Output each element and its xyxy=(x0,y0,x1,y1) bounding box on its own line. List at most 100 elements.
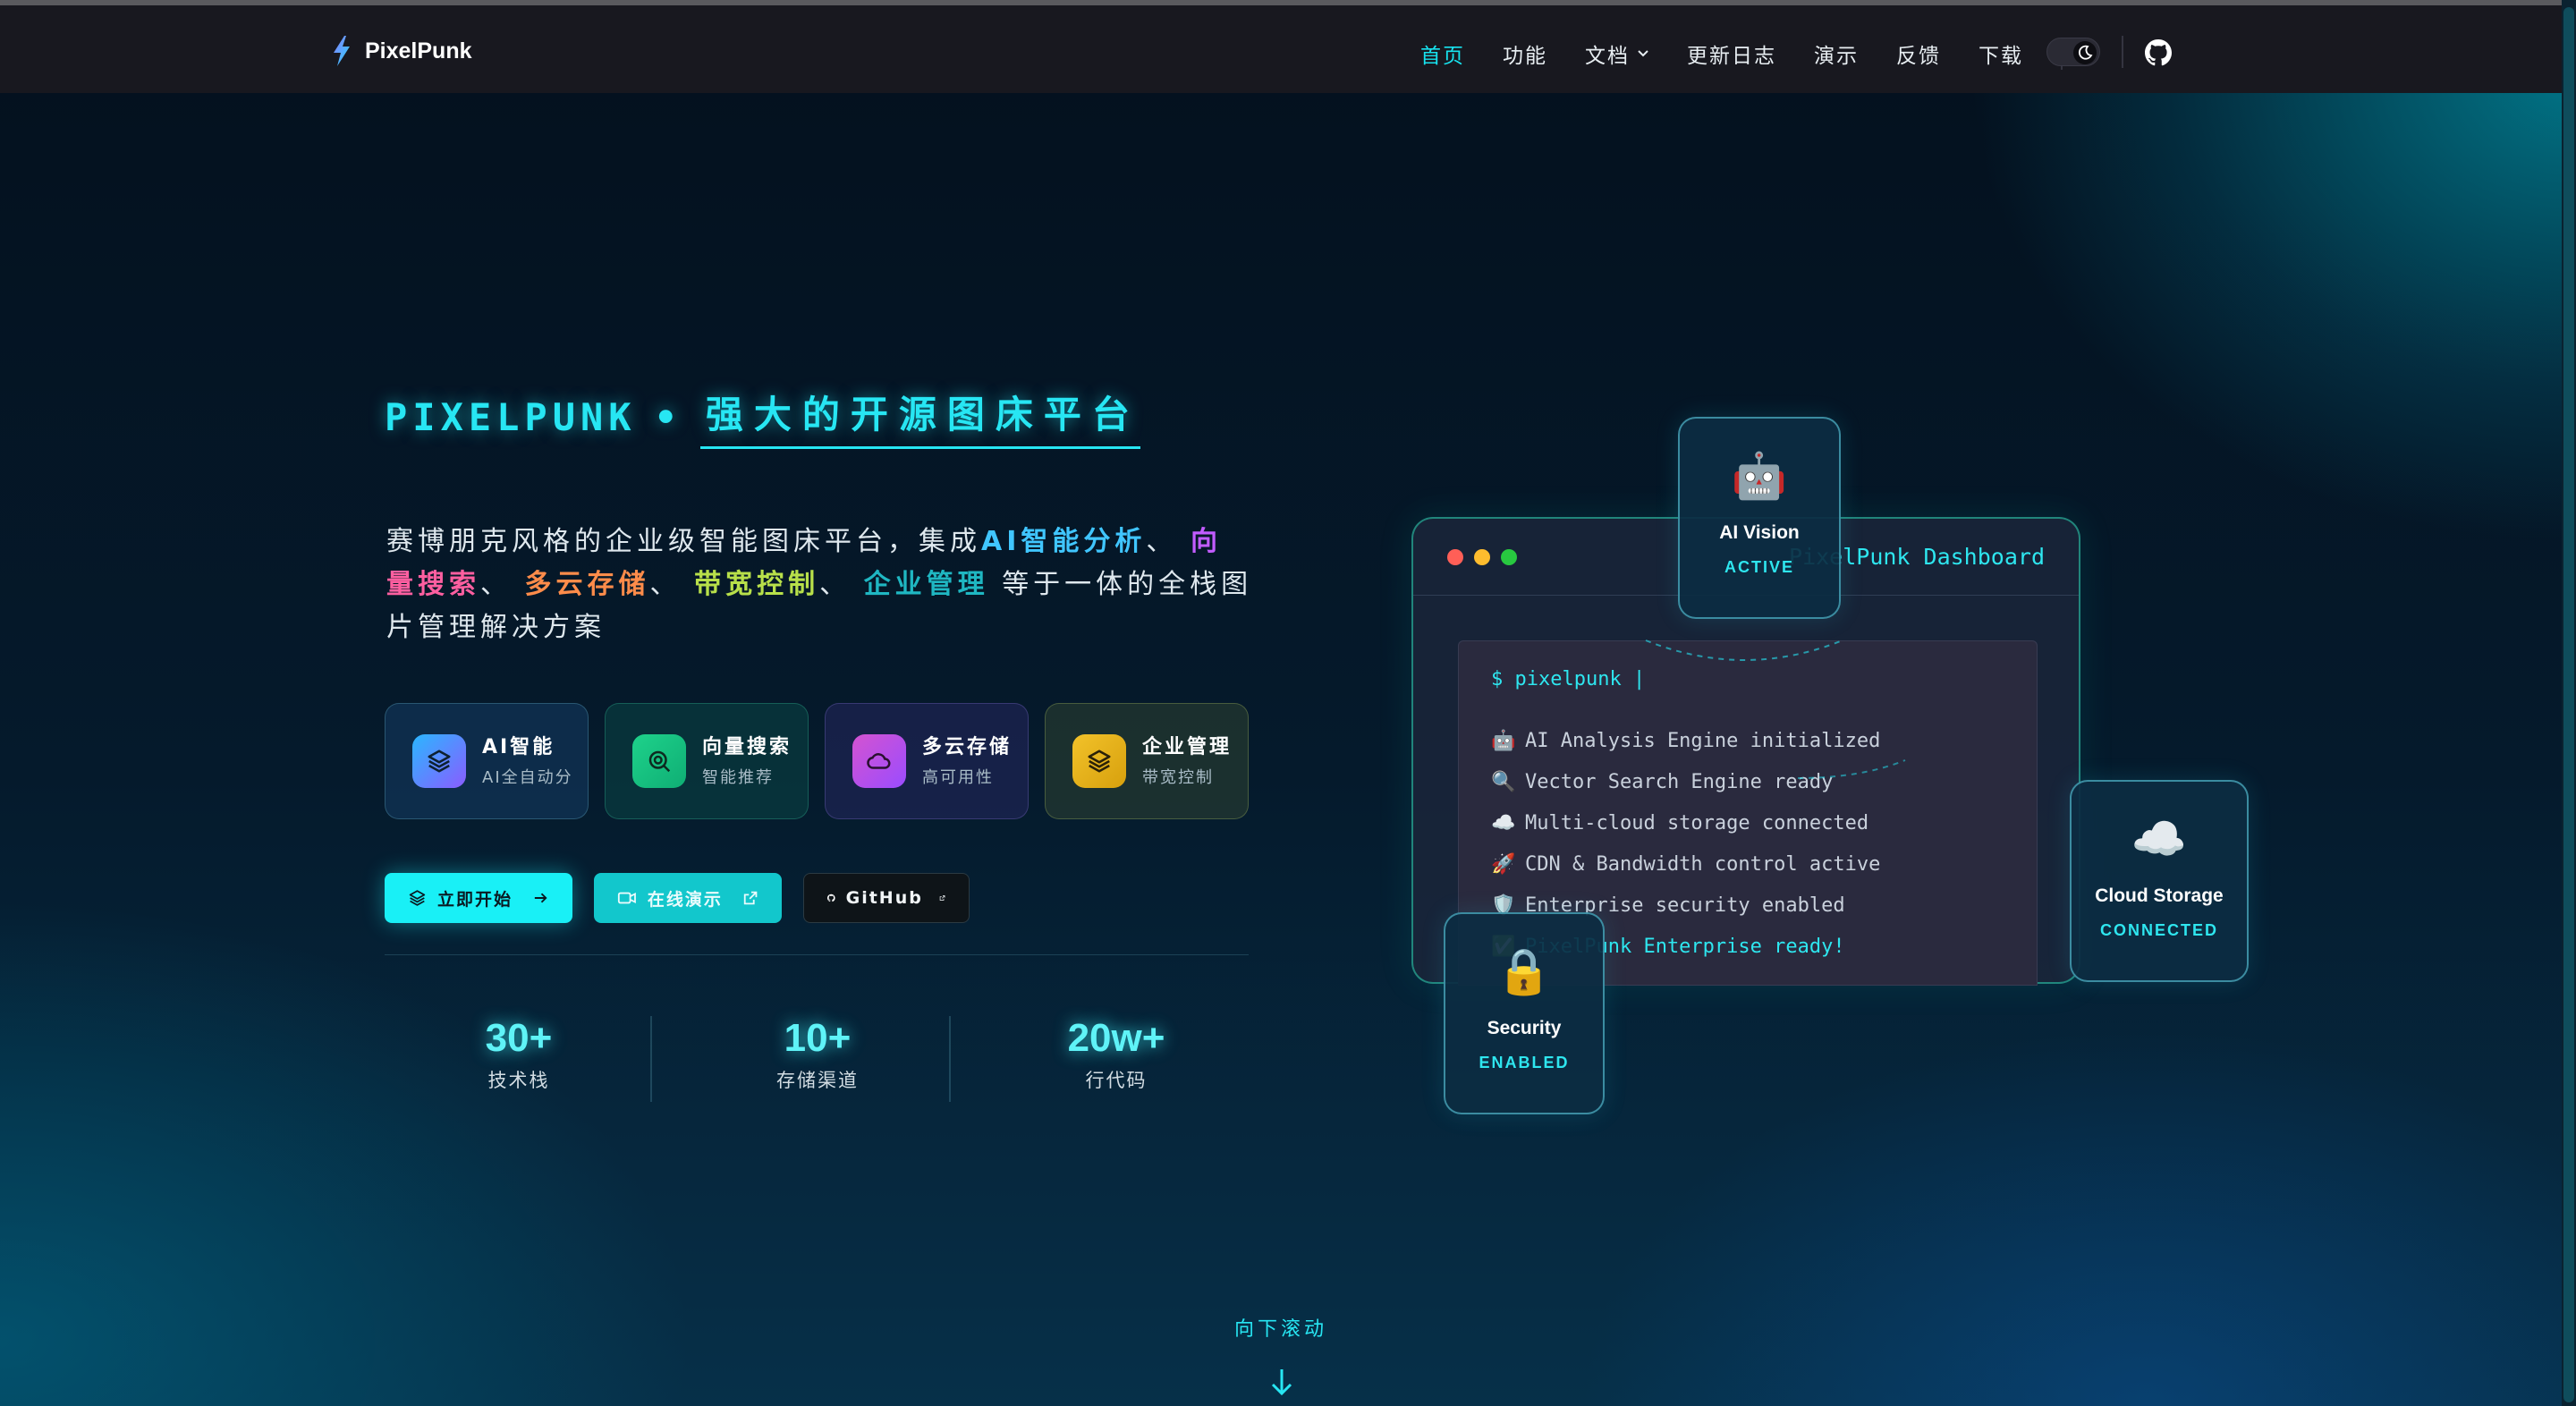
desc-highlight-cloud: 多云存储 xyxy=(524,569,650,600)
cloud-icon xyxy=(852,734,906,788)
nav-item-features[interactable]: 功能 xyxy=(1503,38,1547,69)
brand[interactable]: PixelPunk xyxy=(331,36,472,66)
theme-toggle[interactable] xyxy=(2046,38,2100,66)
github-button-label: GitHub xyxy=(845,888,923,908)
scrollbar[interactable] xyxy=(2562,0,2576,1406)
stat-label: 技术栈 xyxy=(487,1070,550,1091)
arrow-right-icon xyxy=(534,893,547,903)
stat-separator xyxy=(949,1016,951,1102)
feature-title: 企业管理 xyxy=(1142,735,1232,758)
stat-tech-stack: 30+ 技术栈 xyxy=(385,1016,653,1093)
nav-item-docs[interactable]: 文档 xyxy=(1585,38,1649,69)
magnifier-icon: 🔍 xyxy=(1491,770,1516,793)
ai-vision-card[interactable]: 🤖 AI Vision ACTIVE xyxy=(1678,417,1841,619)
cloud-icon: ☁️ xyxy=(1491,811,1516,834)
desc-sep: 、 xyxy=(649,569,682,600)
github-icon[interactable] xyxy=(2145,39,2172,66)
search-icon xyxy=(632,734,686,788)
start-button-label: 立即开始 xyxy=(436,889,513,910)
hero-description: 赛博朋克风格的企业级智能图床平台，集成AI智能分析、 向量搜索、 多云存储、 带… xyxy=(386,521,1263,649)
cloud-icon: ☁️ xyxy=(2131,813,2188,865)
desc-highlight-ai: AI智能分析 xyxy=(981,526,1147,557)
security-card[interactable]: 🔒 Security ENABLED xyxy=(1444,912,1605,1114)
terminal-line-text: AI Analysis Engine initialized xyxy=(1525,729,1881,752)
stat-separator xyxy=(650,1016,652,1102)
nav-links: 首页 功能 文档 更新日志 演示 反馈 下载 xyxy=(1420,38,2063,70)
stat-value: 20w+ xyxy=(1067,1016,1165,1060)
stats: 30+ 技术栈 10+ 存储渠道 20w+ 行代码 xyxy=(385,1016,1279,1105)
hero-title: PIXELPUNK • 强大的开源图床平台 xyxy=(385,385,1140,449)
lock-icon: 🔒 xyxy=(1496,945,1553,997)
start-button[interactable]: 立即开始 xyxy=(385,873,572,923)
stat-label: 存储渠道 xyxy=(776,1070,859,1091)
cloud-storage-card[interactable]: ☁️ Cloud Storage CONNECTED xyxy=(2070,780,2249,982)
window-maximize-dot xyxy=(1501,549,1517,565)
terminal-prompt: $ pixelpunk | xyxy=(1491,668,1646,690)
nav-item-download[interactable]: 下载 xyxy=(1979,38,2023,69)
moon-icon xyxy=(2078,45,2093,60)
layers-icon xyxy=(409,890,426,906)
external-link-icon xyxy=(743,891,758,905)
arrow-down-icon[interactable] xyxy=(1268,1367,1295,1397)
online-demo-label: 在线演示 xyxy=(647,889,723,910)
theme-knob xyxy=(2073,41,2097,64)
desc-text-1: 赛博朋克风格的企业级智能图床平台，集成 xyxy=(386,526,981,557)
feature-subtitle: 智能推荐 xyxy=(702,767,774,787)
desc-highlight-bandwidth: 带宽控制 xyxy=(694,569,820,600)
scrollbar-thumb[interactable] xyxy=(2563,7,2574,1402)
hero-title-tagline: 强大的开源图床平台 xyxy=(699,385,1140,449)
github-button[interactable]: GitHub xyxy=(803,873,970,923)
desc-sep: 、 xyxy=(1146,526,1178,557)
nav-item-docs-label: 文档 xyxy=(1585,45,1630,68)
rocket-icon: 🚀 xyxy=(1491,852,1516,876)
terminal-line-text: Vector Search Engine ready xyxy=(1525,770,1834,793)
feature-card-multi-cloud[interactable]: 多云存储 高可用性 xyxy=(825,703,1029,819)
desc-highlight-vector-b: 量搜索 xyxy=(386,569,480,600)
feature-title: 多云存储 xyxy=(922,735,1012,758)
nav-separator-2 xyxy=(2122,36,2123,68)
window-close-dot xyxy=(1447,549,1463,565)
robot-icon: 🤖 xyxy=(1491,729,1516,752)
stat-lines-of-code: 20w+ 行代码 xyxy=(982,1016,1250,1093)
hero-actions: 立即开始 在线演示 GitHub xyxy=(385,873,970,923)
feature-subtitle: 高可用性 xyxy=(922,767,994,787)
feature-subtitle: 带宽控制 xyxy=(1142,767,1214,787)
feature-card-enterprise[interactable]: 企业管理 带宽控制 xyxy=(1045,703,1249,819)
scroll-hint[interactable]: 向下滚动 xyxy=(1234,1313,1327,1342)
desc-highlight-enterprise: 企业管理 xyxy=(863,569,989,600)
terminal-line: 🔍 Vector Search Engine ready xyxy=(1491,761,1880,802)
stat-value: 10+ xyxy=(784,1016,852,1060)
terminal-line-text: Multi-cloud storage connected xyxy=(1525,811,1869,834)
video-icon xyxy=(617,892,636,904)
external-link-icon xyxy=(939,895,945,901)
feature-cards: AI智能 AI全自动分析 向量搜索智能推荐 多云存储高可用性 企业管理带宽控制 xyxy=(385,703,1249,819)
feature-card-vector-search[interactable]: 向量搜索 智能推荐 xyxy=(605,703,809,819)
top-navbar: PixelPunk 首页 功能 文档 更新日志 演示 反馈 下载 xyxy=(0,5,2562,93)
online-demo-button[interactable]: 在线演示 xyxy=(594,873,782,923)
nav-item-changelog[interactable]: 更新日志 xyxy=(1687,38,1776,69)
page: PixelPunk 首页 功能 文档 更新日志 演示 反馈 下载 PIXELPU… xyxy=(0,0,2576,1406)
chevron-down-icon xyxy=(1638,50,1648,57)
feature-subtitle: AI全自动分析 xyxy=(482,767,572,787)
card-status: CONNECTED xyxy=(2099,921,2218,939)
feature-title: 向量搜索 xyxy=(702,735,792,758)
nav-item-feedback[interactable]: 反馈 xyxy=(1896,38,1941,69)
feature-card-ai[interactable]: AI智能 AI全自动分析 xyxy=(385,703,589,819)
layers-icon xyxy=(1072,734,1126,788)
card-status: ACTIVE xyxy=(1724,558,1794,576)
nav-item-home[interactable]: 首页 xyxy=(1420,38,1465,69)
card-title: Cloud Storage xyxy=(2095,885,2224,906)
lightning-logo-icon xyxy=(334,36,350,66)
card-title: Security xyxy=(1487,1018,1562,1038)
nav-item-demo[interactable]: 演示 xyxy=(1814,38,1859,69)
robot-icon: 🤖 xyxy=(1731,450,1788,502)
hero-title-brand: PIXELPUNK xyxy=(385,394,637,439)
feature-title: AI智能 xyxy=(482,735,555,758)
window-minimize-dot xyxy=(1474,549,1490,565)
terminal-line: 🚀 CDN & Bandwidth control active xyxy=(1491,843,1880,885)
layers-icon xyxy=(412,734,466,788)
hero-divider xyxy=(385,954,1249,955)
brand-name: PixelPunk xyxy=(365,38,472,64)
card-title: AI Vision xyxy=(1719,522,1800,543)
card-status: ENABLED xyxy=(1479,1054,1570,1071)
